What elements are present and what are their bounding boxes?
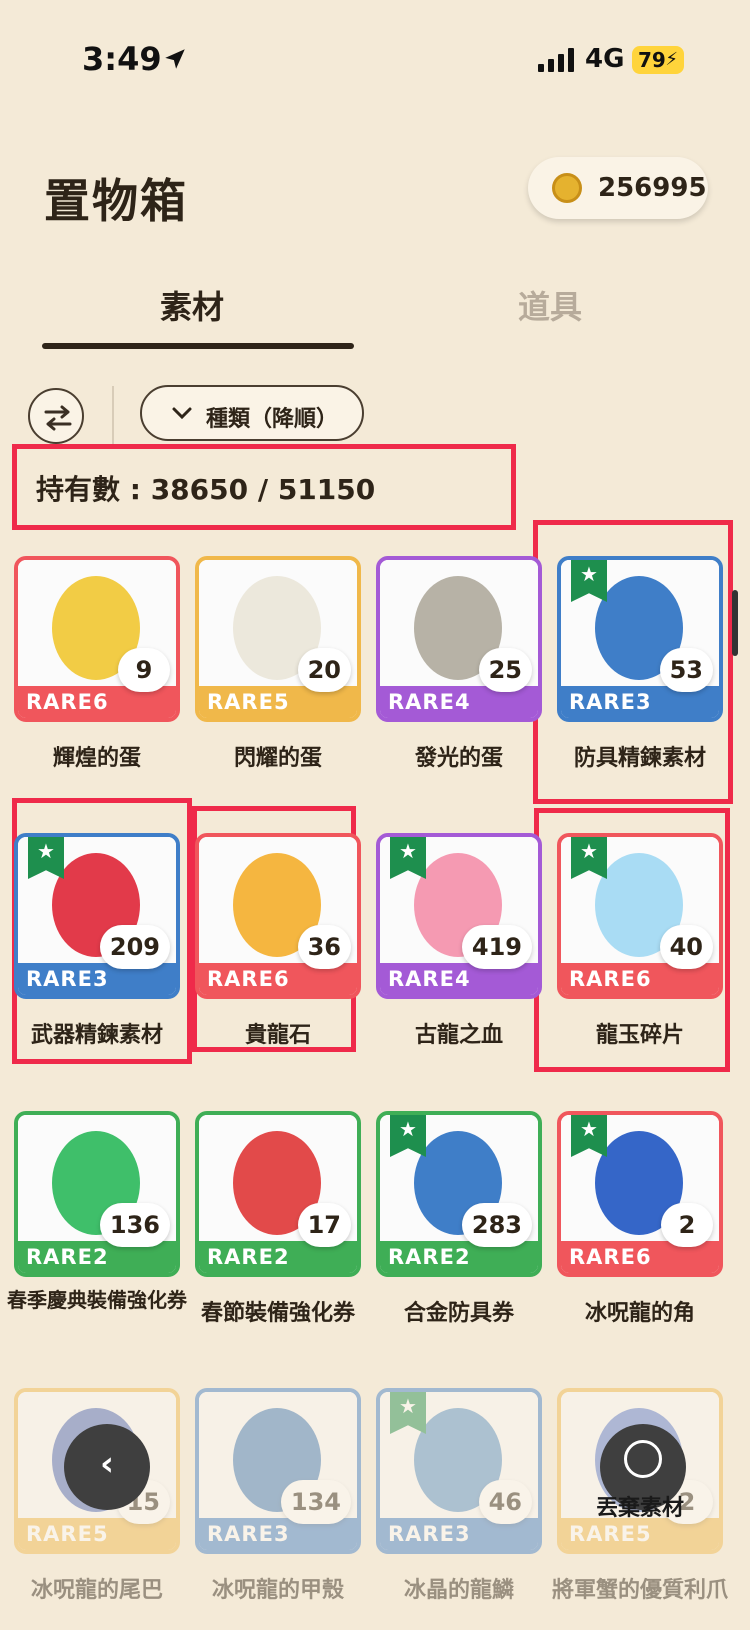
item-name: 冰呪龍的角 <box>584 1301 695 1326</box>
active-tab-indicator <box>42 343 354 349</box>
status-bar: 3:49 4G 79 ⚡ <box>0 0 750 110</box>
coin-icon <box>552 173 582 203</box>
item-card[interactable]: RARE6 9 <box>14 556 180 722</box>
network-type: 4G <box>585 44 625 74</box>
item-card[interactable]: RARE6 36 <box>195 833 361 999</box>
item-card[interactable]: RARE3 53 ★ <box>557 556 723 722</box>
rarity-label: RARE5 <box>207 690 290 714</box>
divider <box>112 386 114 446</box>
item-card[interactable]: RARE4 25 <box>376 556 542 722</box>
battery-icon: 79 ⚡ <box>632 46 684 74</box>
scrollbar[interactable] <box>732 590 738 656</box>
rarity-label: RARE2 <box>207 1245 290 1269</box>
sort-label: 種類（降順） <box>206 407 339 432</box>
quantity-badge: 36 <box>297 925 351 969</box>
discard-label: 丟棄素材 <box>596 1496 685 1521</box>
rarity-label: RARE6 <box>26 690 109 714</box>
page-title: 置物箱 <box>44 174 188 228</box>
swap-arrows-icon <box>44 405 72 431</box>
quantity-badge: 20 <box>297 648 351 692</box>
item-name: 春節裝備強化券 <box>200 1301 355 1326</box>
signal-icon <box>538 48 576 72</box>
highlight-box <box>12 444 516 530</box>
item-name: 合金防具券 <box>403 1301 514 1326</box>
rarity-label: RARE2 <box>26 1245 109 1269</box>
quantity-badge: 283 <box>461 1203 532 1247</box>
sort-dropdown[interactable]: 種類（降順） <box>140 385 364 441</box>
rarity-label: RARE4 <box>388 690 471 714</box>
item-card[interactable]: RARE6 2 ★ <box>557 1111 723 1277</box>
item-name: 防具精鍊素材 <box>573 746 706 771</box>
quantity-badge: 419 <box>461 925 532 969</box>
tab-material[interactable]: 素材 <box>42 282 342 328</box>
coin-balance[interactable]: 256995 <box>528 157 708 219</box>
item-card[interactable]: RARE2 17 <box>195 1111 361 1277</box>
sort-toggle-button[interactable] <box>28 388 84 444</box>
item-name: 武器精鍊素材 <box>30 1023 163 1048</box>
item-name: 龍玉碎片 <box>595 1023 684 1048</box>
quantity-badge: 25 <box>478 648 532 692</box>
item-card[interactable]: RARE4 419 ★ <box>376 833 542 999</box>
status-time: 3:49 <box>82 40 162 78</box>
coin-value: 256995 <box>598 173 707 203</box>
chevron-left-icon: ‹ <box>99 1444 114 1484</box>
quantity-badge: 136 <box>99 1203 170 1247</box>
chevron-down-icon <box>172 407 192 420</box>
item-name: 輝煌的蛋 <box>52 746 141 771</box>
discard-icon <box>624 1440 662 1478</box>
item-name: 閃耀的蛋 <box>233 746 322 771</box>
quantity-badge: 17 <box>297 1203 351 1247</box>
rarity-label: RARE6 <box>569 1245 652 1269</box>
back-button[interactable]: ‹ <box>64 1424 150 1510</box>
battery-level: 79 <box>638 48 666 72</box>
quantity-badge: 53 <box>659 648 713 692</box>
quantity-badge: 9 <box>118 648 170 692</box>
item-name: 貴龍石 <box>244 1023 311 1048</box>
rarity-label: RARE2 <box>388 1245 471 1269</box>
item-card[interactable]: RARE2 283 ★ <box>376 1111 542 1277</box>
item-card[interactable]: RARE6 40 ★ <box>557 833 723 999</box>
rarity-label: RARE6 <box>569 967 652 991</box>
tab-items[interactable]: 道具 <box>400 282 700 328</box>
item-card[interactable]: RARE2 136 <box>14 1111 180 1277</box>
rarity-label: RARE3 <box>26 967 109 991</box>
rarity-label: RARE4 <box>388 967 471 991</box>
item-name: 發光的蛋 <box>414 746 503 771</box>
item-card[interactable]: RARE5 20 <box>195 556 361 722</box>
location-arrow-icon <box>165 49 185 69</box>
item-name: 春季慶典裝備強化券 <box>7 1288 187 1312</box>
rarity-label: RARE3 <box>569 690 652 714</box>
quantity-badge: 40 <box>659 925 713 969</box>
item-name: 古龍之血 <box>414 1023 503 1048</box>
quantity-badge: 209 <box>99 925 170 969</box>
quantity-badge: 2 <box>661 1203 713 1247</box>
item-card[interactable]: RARE3 209 ★ <box>14 833 180 999</box>
rarity-label: RARE6 <box>207 967 290 991</box>
